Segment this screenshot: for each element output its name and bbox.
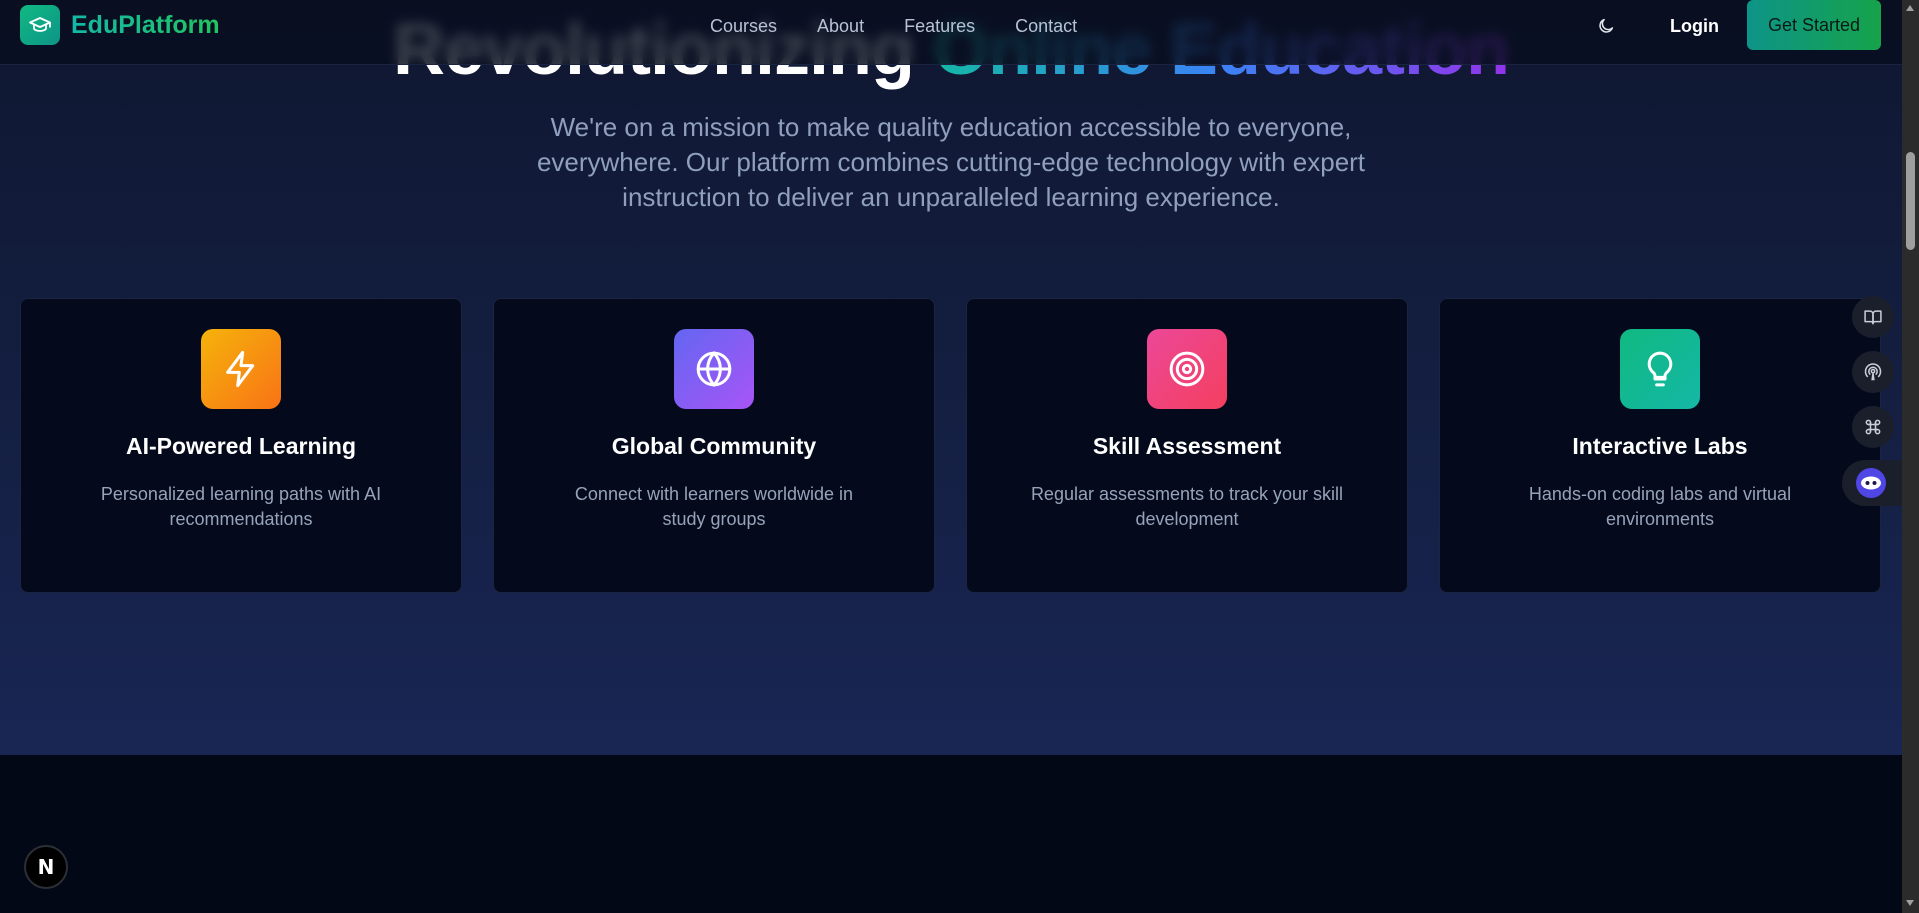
book-icon[interactable] [1852,296,1894,338]
login-button[interactable]: Login [1670,14,1719,38]
lightning-icon [201,329,281,409]
dev-tools-badge[interactable]: N [24,845,68,889]
brand-logo[interactable]: EduPlatform [20,5,220,45]
page-scrollbar[interactable] [1902,0,1919,913]
assistant-button[interactable] [1842,460,1902,506]
scroll-down-arrow-icon[interactable] [1906,900,1914,906]
target-icon [1147,329,1227,409]
feature-title: Interactive Labs [1572,433,1748,459]
feature-card-skill-assessment: Skill Assessment Regular assessments to … [966,298,1408,593]
feature-title: Skill Assessment [1092,433,1282,459]
brand-name: EduPlatform [71,10,220,39]
feature-card-global-community: Global Community Connect with learners w… [493,298,935,593]
nav-links: Courses About Features Contact [710,14,1117,38]
page: Revolutionizing Online Education We're o… [0,0,1902,913]
scroll-thumb[interactable] [1906,152,1915,250]
feature-card-interactive-labs: Interactive Labs Hands-on coding labs an… [1439,298,1881,593]
feature-description: Hands-on coding labs and virtual environ… [1528,484,1792,529]
nav-link-features[interactable]: Features [904,14,975,38]
get-started-button[interactable]: Get Started [1747,0,1881,50]
top-navbar: EduPlatform Courses About Features Conta… [0,0,1902,65]
nav-link-courses[interactable]: Courses [710,14,777,38]
globe-icon [674,329,754,409]
nav-link-about[interactable]: About [817,14,864,38]
theme-toggle-button[interactable] [1592,12,1620,40]
broadcast-icon[interactable] [1852,351,1894,393]
graduation-cap-icon [20,5,60,45]
feature-description: Personalized learning paths with AI reco… [100,484,382,529]
feature-description: Regular assessments to track your skill … [1030,484,1344,529]
scroll-up-arrow-icon[interactable] [1906,5,1914,11]
feature-title: AI-Powered Learning [125,433,357,459]
lightbulb-icon [1620,329,1700,409]
assistant-icon [1856,468,1886,498]
hero-subtitle: We're on a mission to make quality educa… [536,112,1366,212]
nav-link-contact[interactable]: Contact [1015,14,1077,38]
command-icon[interactable] [1852,406,1894,448]
feature-description: Connect with learners worldwide in study… [574,484,854,529]
hero-section: Revolutionizing Online Education We're o… [0,0,1902,755]
feature-title: Global Community [611,433,817,459]
moon-icon [1599,18,1614,33]
feature-grid: AI-Powered Learning Personalized learnin… [20,298,1882,595]
feature-card-ai-learning: AI-Powered Learning Personalized learnin… [20,298,462,593]
